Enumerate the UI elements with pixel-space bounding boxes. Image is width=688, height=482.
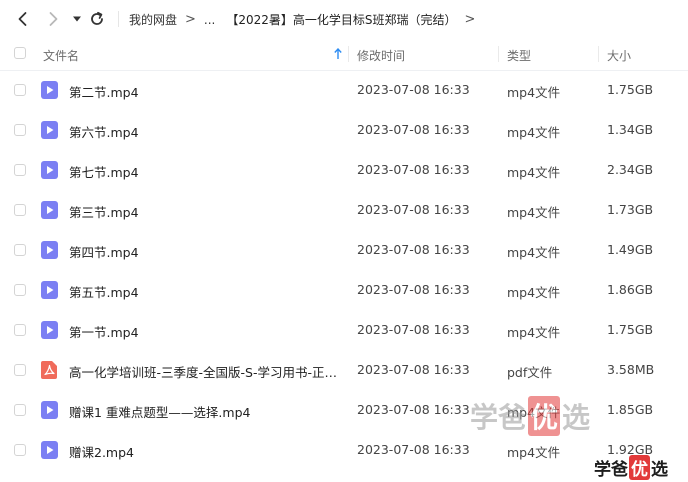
file-size: 1.75GB xyxy=(607,82,654,97)
file-type: mp4文件 xyxy=(507,245,561,260)
file-type: mp4文件 xyxy=(507,285,561,300)
file-name[interactable]: 第三节.mp4 xyxy=(69,202,341,221)
navigation-bar: 我的网盘 > ... 【2022暑】高一化学目标S班郑瑞（完结） > xyxy=(0,0,688,38)
history-dropdown-icon[interactable] xyxy=(72,15,82,23)
row-checkbox[interactable] xyxy=(14,84,26,96)
forward-arrow-icon[interactable] xyxy=(44,10,62,28)
column-divider[interactable] xyxy=(348,46,349,62)
file-row[interactable]: 第六节.mp4 2023-07-08 16:33 mp4文件 1.34GB xyxy=(0,110,688,150)
video-file-icon xyxy=(41,321,58,339)
file-name[interactable]: 第一节.mp4 xyxy=(69,322,341,341)
file-modified-time: 2023-07-08 16:33 xyxy=(357,322,470,337)
file-type: mp4文件 xyxy=(507,165,561,180)
nav-divider xyxy=(118,11,119,27)
file-modified-time: 2023-07-08 16:33 xyxy=(357,82,470,97)
breadcrumb: 我的网盘 > ... 【2022暑】高一化学目标S班郑瑞（完结） > xyxy=(129,11,483,28)
video-file-icon xyxy=(41,241,58,259)
file-name[interactable]: 第四节.mp4 xyxy=(69,242,341,261)
file-size: 3.58MB xyxy=(607,362,655,377)
file-row[interactable]: 第七节.mp4 2023-07-08 16:33 mp4文件 2.34GB xyxy=(0,150,688,190)
row-checkbox[interactable] xyxy=(14,164,26,176)
file-type: mp4文件 xyxy=(507,325,561,340)
file-size: 1.73GB xyxy=(607,202,654,217)
file-name[interactable]: 赠课1 重难点题型——选择.mp4 xyxy=(69,402,341,421)
file-row[interactable]: 第一节.mp4 2023-07-08 16:33 mp4文件 1.75GB xyxy=(0,310,688,350)
file-size: 1.49GB xyxy=(607,242,654,257)
file-name[interactable]: 高一化学培训班-三季度-全国版-S-学习用书-正文... xyxy=(69,362,341,381)
file-name[interactable]: 赠课2.mp4 xyxy=(69,442,341,461)
breadcrumb-chevron-icon: > xyxy=(185,12,196,27)
file-type: mp4文件 xyxy=(507,205,561,220)
file-modified-time: 2023-07-08 16:33 xyxy=(357,442,470,457)
file-list-header: 文件名 修改时间 类型 大小 xyxy=(0,38,688,71)
file-name[interactable]: 第二节.mp4 xyxy=(69,82,341,101)
logo-text: 选 xyxy=(651,459,668,480)
file-row[interactable]: 第五节.mp4 2023-07-08 16:33 mp4文件 1.86GB xyxy=(0,270,688,310)
sort-ascending-icon[interactable] xyxy=(333,47,343,60)
row-checkbox[interactable] xyxy=(14,204,26,216)
breadcrumb-item-current[interactable]: 【2022暑】高一化学目标S班郑瑞（完结） xyxy=(226,11,456,28)
file-modified-time: 2023-07-08 16:33 xyxy=(357,402,470,417)
row-checkbox[interactable] xyxy=(14,364,26,376)
video-file-icon xyxy=(41,161,58,179)
breadcrumb-chevron-icon[interactable]: > xyxy=(465,12,476,27)
row-checkbox[interactable] xyxy=(14,284,26,296)
back-arrow-icon[interactable] xyxy=(14,10,32,28)
file-size: 1.86GB xyxy=(607,282,654,297)
file-modified-time: 2023-07-08 16:33 xyxy=(357,362,470,377)
file-modified-time: 2023-07-08 16:33 xyxy=(357,282,470,297)
column-header-modified[interactable]: 修改时间 xyxy=(357,47,405,64)
file-size: 1.34GB xyxy=(607,122,654,137)
column-divider[interactable] xyxy=(598,46,599,62)
video-file-icon xyxy=(41,281,58,299)
brand-logo: 学爸 优 选 xyxy=(594,454,668,480)
file-list: 第二节.mp4 2023-07-08 16:33 mp4文件 1.75GB 第六… xyxy=(0,70,688,470)
column-header-type[interactable]: 类型 xyxy=(507,47,531,64)
file-type: mp4文件 xyxy=(507,405,561,420)
video-file-icon xyxy=(41,201,58,219)
file-name[interactable]: 第五节.mp4 xyxy=(69,282,341,301)
logo-text-highlight: 优 xyxy=(629,454,650,480)
video-file-icon xyxy=(41,441,58,459)
file-size: 2.34GB xyxy=(607,162,654,177)
video-file-icon xyxy=(41,121,58,139)
video-file-icon xyxy=(41,401,58,419)
breadcrumb-item-root[interactable]: 我的网盘 xyxy=(129,11,177,28)
row-checkbox[interactable] xyxy=(14,124,26,136)
select-all-checkbox[interactable] xyxy=(14,47,26,59)
file-type: mp4文件 xyxy=(507,445,561,460)
row-checkbox[interactable] xyxy=(14,404,26,416)
file-modified-time: 2023-07-08 16:33 xyxy=(357,202,470,217)
file-size: 1.85GB xyxy=(607,402,654,417)
file-type: pdf文件 xyxy=(507,365,553,380)
file-name[interactable]: 第六节.mp4 xyxy=(69,122,341,141)
breadcrumb-item-ellipsis[interactable]: ... xyxy=(204,13,215,27)
file-row[interactable]: 第四节.mp4 2023-07-08 16:33 mp4文件 1.49GB xyxy=(0,230,688,270)
row-checkbox[interactable] xyxy=(14,324,26,336)
file-row[interactable]: 第二节.mp4 2023-07-08 16:33 mp4文件 1.75GB xyxy=(0,70,688,110)
file-type: mp4文件 xyxy=(507,125,561,140)
column-header-size[interactable]: 大小 xyxy=(607,47,631,64)
pdf-file-icon xyxy=(41,361,58,379)
file-row[interactable]: 第三节.mp4 2023-07-08 16:33 mp4文件 1.73GB xyxy=(0,190,688,230)
row-checkbox[interactable] xyxy=(14,444,26,456)
column-divider[interactable] xyxy=(498,46,499,62)
file-type: mp4文件 xyxy=(507,85,561,100)
column-header-name[interactable]: 文件名 xyxy=(43,47,79,64)
video-file-icon xyxy=(41,81,58,99)
row-checkbox[interactable] xyxy=(14,244,26,256)
file-row[interactable]: 赠课2.mp4 2023-07-08 16:33 mp4文件 1.92GB xyxy=(0,430,688,470)
refresh-icon[interactable] xyxy=(88,10,106,28)
file-modified-time: 2023-07-08 16:33 xyxy=(357,242,470,257)
file-size: 1.75GB xyxy=(607,322,654,337)
file-row[interactable]: 高一化学培训班-三季度-全国版-S-学习用书-正文... 2023-07-08 … xyxy=(0,350,688,390)
file-name[interactable]: 第七节.mp4 xyxy=(69,162,341,181)
logo-text: 学爸 xyxy=(594,459,628,480)
file-modified-time: 2023-07-08 16:33 xyxy=(357,122,470,137)
file-modified-time: 2023-07-08 16:33 xyxy=(357,162,470,177)
file-row[interactable]: 赠课1 重难点题型——选择.mp4 2023-07-08 16:33 mp4文件… xyxy=(0,390,688,430)
